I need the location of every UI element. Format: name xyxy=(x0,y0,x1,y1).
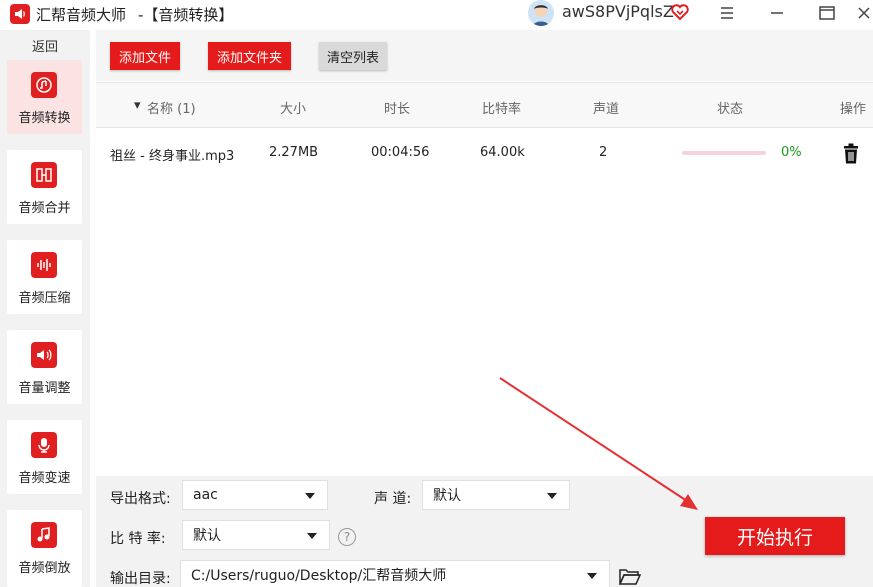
page-title: -【音频转换】 xyxy=(138,6,234,24)
chevron-down-icon xyxy=(305,493,315,499)
file-bitrate: 64.00k xyxy=(480,145,525,160)
bitrate-value: 默认 xyxy=(193,528,221,544)
column-size[interactable]: 大小 xyxy=(280,98,306,117)
output-dir-label: 输出目录: xyxy=(110,571,171,587)
column-action: 操作 xyxy=(840,102,867,117)
main-panel: 添加文件 添加文件夹 清空列表 ▾ 名称 (1) 大小 时长 比特率 声道 状态… xyxy=(96,30,873,587)
sidebar-item-audio-merge[interactable]: 音频合并 xyxy=(7,150,82,224)
file-list-area xyxy=(96,176,873,476)
add-folder-button[interactable]: 添加文件夹 xyxy=(208,42,292,70)
column-bitrate[interactable]: 比特率 xyxy=(482,98,521,117)
vip-heart-icon[interactable] xyxy=(670,2,690,22)
output-dir-value: C:/Users/ruguo/Desktop/汇帮音频大师 xyxy=(191,568,447,584)
back-link[interactable]: 返回 xyxy=(0,36,90,55)
file-name: 祖丝 - 终身事业.mp3 xyxy=(110,149,235,164)
add-file-button[interactable]: 添加文件 xyxy=(110,42,181,70)
volume-adjust-icon xyxy=(31,342,57,368)
status-text: 0% xyxy=(781,145,802,160)
sidebar-item-audio-speed[interactable]: 音频变速 xyxy=(7,420,82,494)
start-button[interactable]: 开始执行 xyxy=(705,517,845,555)
bitrate-select[interactable]: 默认 xyxy=(182,520,330,550)
audio-merge-icon xyxy=(31,162,57,188)
trash-icon[interactable] xyxy=(841,143,861,165)
progress-bar xyxy=(682,151,766,155)
sort-desc-icon[interactable]: ▾ xyxy=(134,98,141,113)
sidebar-item-audio-reverse[interactable]: 音频倒放 xyxy=(7,510,82,587)
sidebar-item-volume-adjust[interactable]: 音量调整 xyxy=(7,330,82,404)
format-label: 导出格式: xyxy=(110,491,171,507)
chevron-down-icon xyxy=(587,573,597,579)
sidebar-item-label: 音频压缩 xyxy=(18,291,71,306)
audio-reverse-icon xyxy=(31,522,57,548)
audio-convert-icon xyxy=(31,72,57,98)
chevron-down-icon xyxy=(307,533,317,539)
app-logo-icon xyxy=(10,4,30,24)
column-status: 状态 xyxy=(717,102,744,117)
sidebar-item-label: 音频合并 xyxy=(18,201,71,216)
avatar[interactable] xyxy=(528,0,554,26)
format-select[interactable]: aac xyxy=(182,480,328,510)
title-bar: 汇帮音频大师 -【音频转换】 awS8PVjPqlsZ xyxy=(0,0,873,30)
bitrate-label: 比 特 率: xyxy=(110,531,166,547)
minimize-icon[interactable] xyxy=(759,0,795,26)
help-icon[interactable]: ? xyxy=(338,528,356,546)
settings-panel: 导出格式: aac 声 道: 默认 比 特 率: 默认 ? 输出目录: C:/U… xyxy=(96,476,873,587)
sidebar-item-label: 音频变速 xyxy=(18,471,71,486)
format-value: aac xyxy=(193,487,218,503)
sidebar: 返回 音频转换 音频合并 音频压缩 音量调整 音频变速 音频倒放 xyxy=(0,30,90,587)
sidebar-item-label: 音量调整 xyxy=(18,381,71,396)
file-channels: 2 xyxy=(599,145,608,160)
table-row[interactable]: 祖丝 - 终身事业.mp3 2.27MB 00:04:56 64.00k 2 0… xyxy=(96,130,873,176)
toolbar: 添加文件 添加文件夹 清空列表 xyxy=(96,30,873,81)
channel-value: 默认 xyxy=(433,488,461,504)
menu-icon[interactable] xyxy=(709,0,745,26)
close-icon[interactable] xyxy=(855,0,873,26)
maximize-icon[interactable] xyxy=(809,0,845,26)
file-duration: 00:04:56 xyxy=(371,145,430,160)
chevron-down-icon xyxy=(547,493,557,499)
channel-label: 声 道: xyxy=(374,491,412,507)
column-duration[interactable]: 时长 xyxy=(384,98,410,117)
username[interactable]: awS8PVjPqlsZ xyxy=(562,2,674,21)
sidebar-item-audio-compress[interactable]: 音频压缩 xyxy=(7,240,82,314)
sidebar-item-label: 音频倒放 xyxy=(18,561,71,576)
sidebar-item-label: 音频转换 xyxy=(18,111,71,126)
app-title: 汇帮音频大师 xyxy=(36,6,127,24)
table-header: ▾ 名称 (1) 大小 时长 比特率 声道 状态 操作 xyxy=(96,82,873,128)
audio-compress-icon xyxy=(31,252,57,278)
audio-speed-icon xyxy=(31,432,57,458)
output-dir-select[interactable]: C:/Users/ruguo/Desktop/汇帮音频大师 xyxy=(180,560,610,587)
file-size: 2.27MB xyxy=(269,145,319,160)
column-channels[interactable]: 声道 xyxy=(593,98,619,117)
sidebar-item-audio-convert[interactable]: 音频转换 xyxy=(7,60,82,134)
column-name[interactable]: 名称 (1) xyxy=(147,98,196,117)
clear-list-button[interactable]: 清空列表 xyxy=(319,42,388,70)
channel-select[interactable]: 默认 xyxy=(422,480,570,510)
folder-open-icon[interactable] xyxy=(619,568,641,586)
